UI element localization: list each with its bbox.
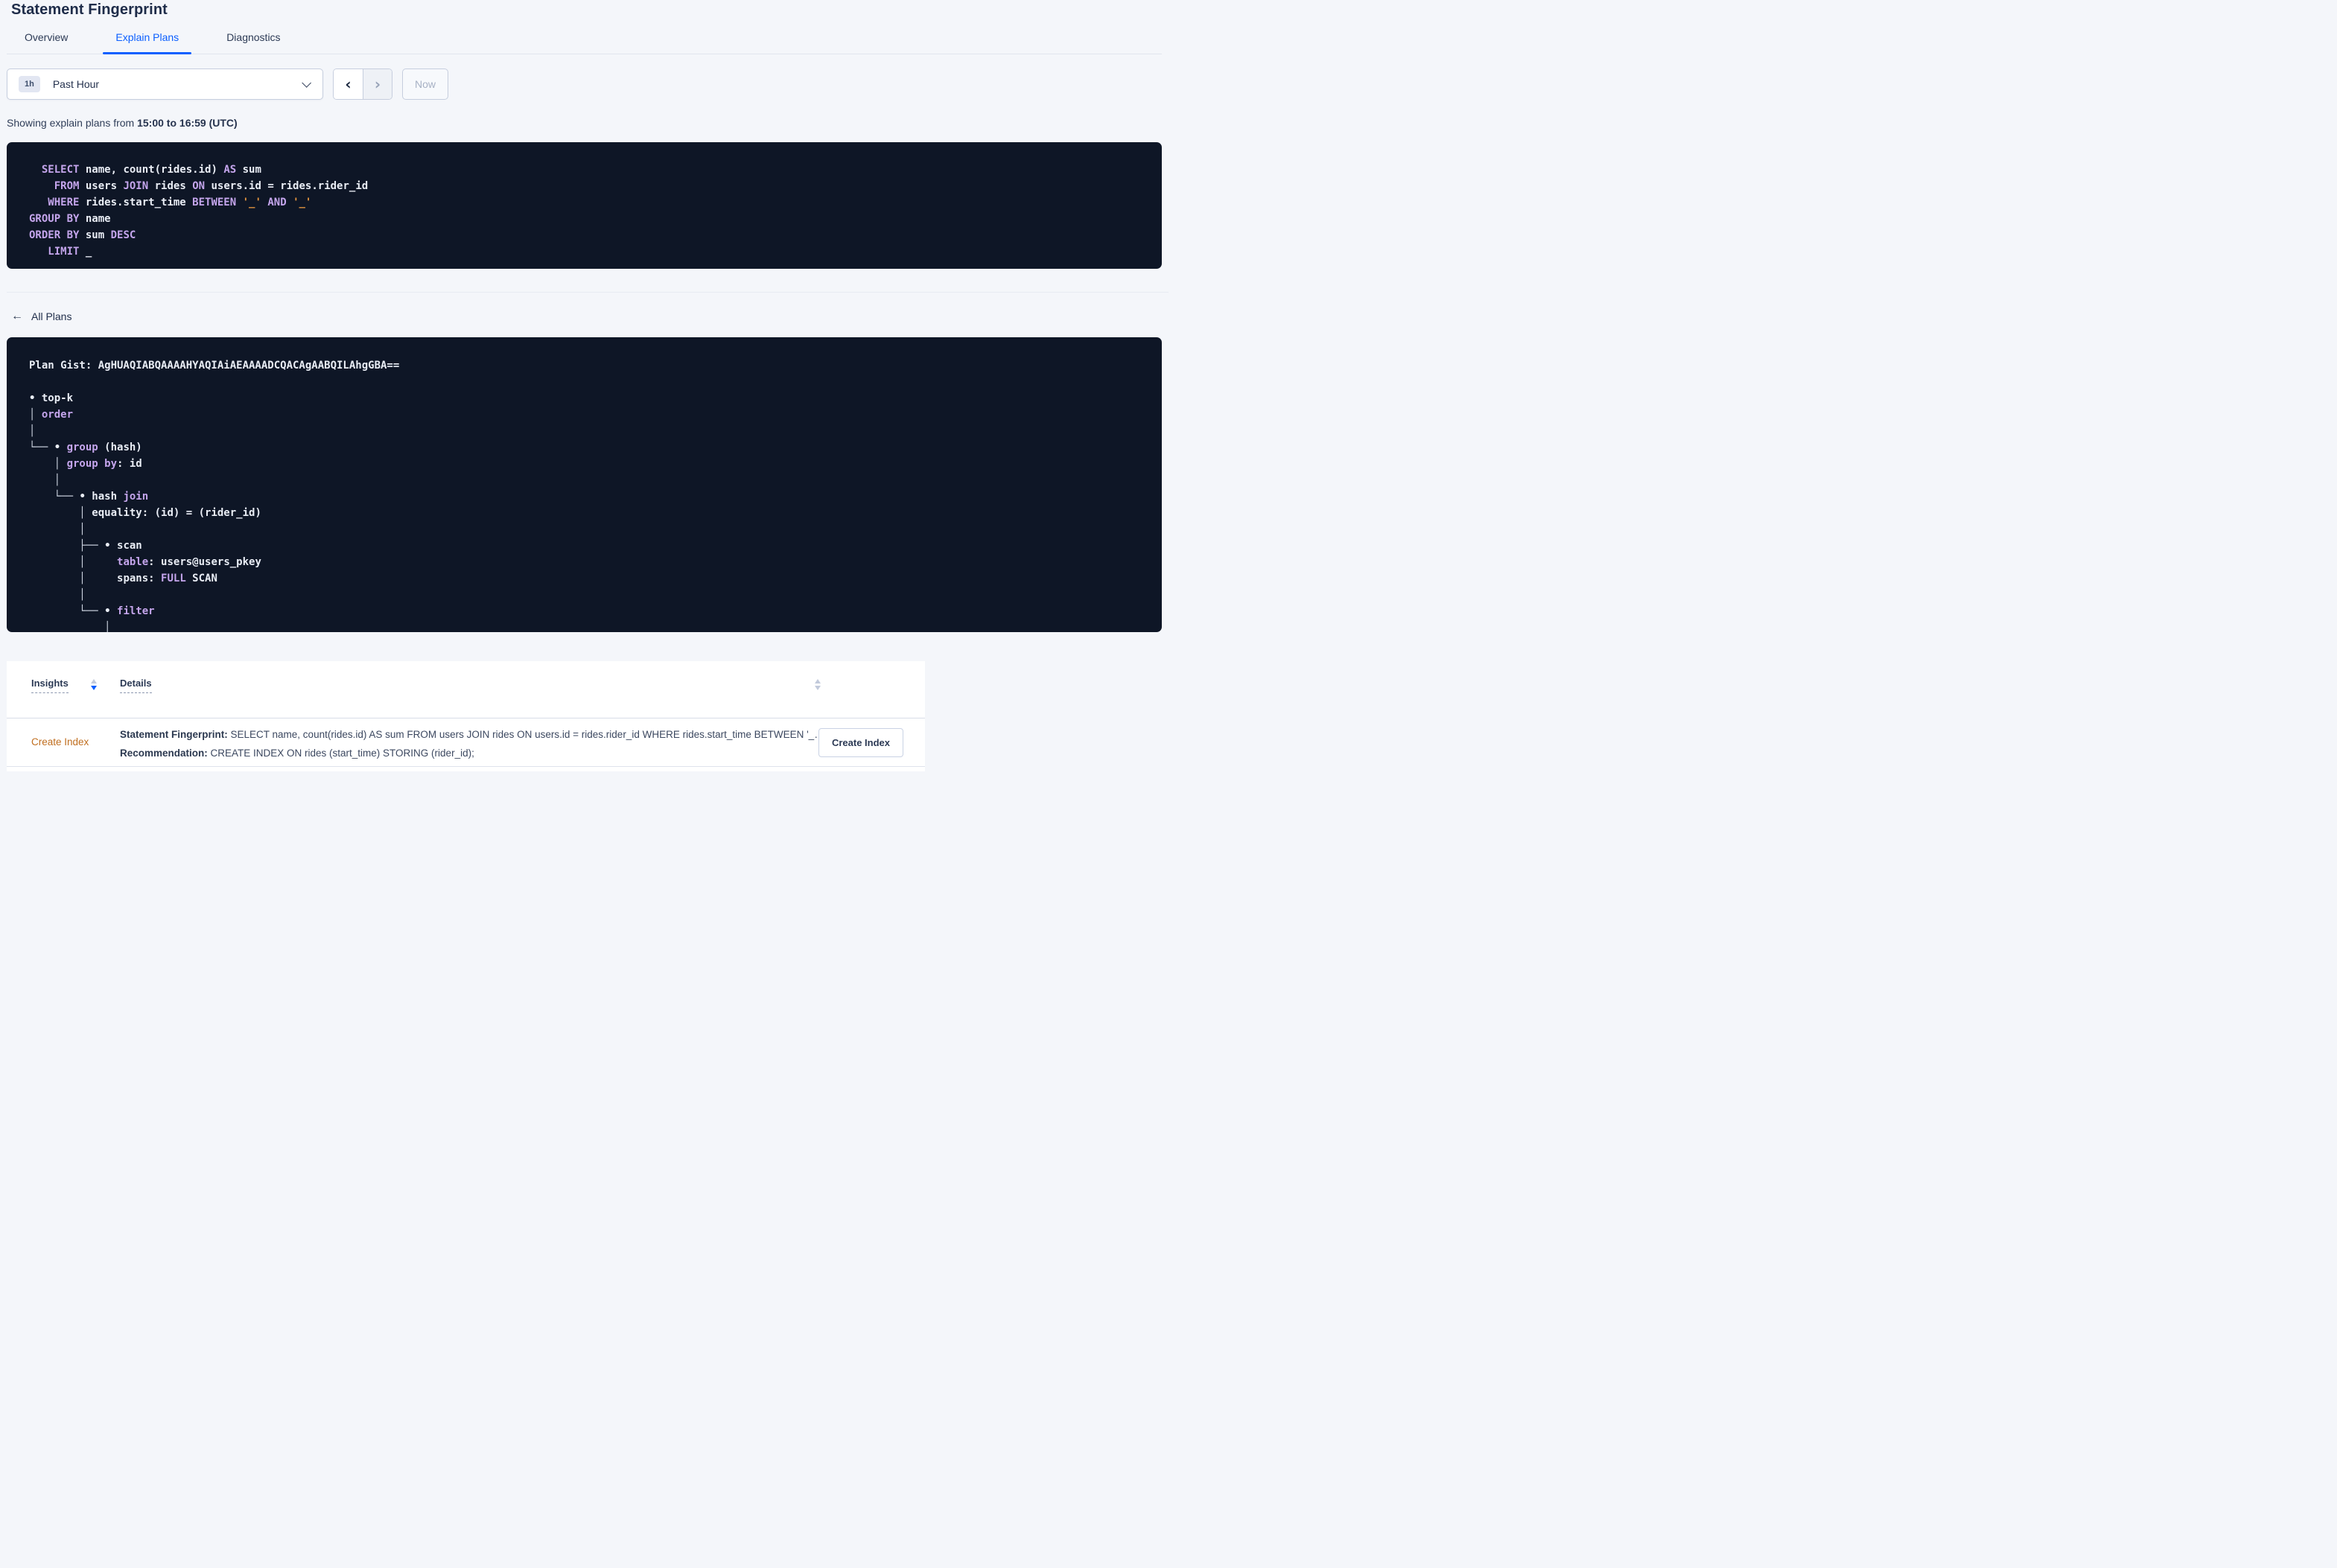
tab-bar: Overview Explain Plans Diagnostics [7, 31, 1162, 54]
code-line: │ [29, 425, 36, 437]
chevron-down-icon [302, 77, 311, 88]
sort-up-arrow-icon [91, 679, 97, 683]
code-line: Plan Gist: AgHUAQIABQAAAAHYAQIAiAEAAAADC… [29, 360, 400, 372]
code-line: └── • filter [29, 605, 155, 617]
code-line: │ [29, 589, 86, 601]
column-header-details[interactable]: Details [120, 678, 152, 693]
tab-overview[interactable]: Overview [12, 31, 80, 54]
code-line: • top-k [29, 392, 74, 404]
create-index-button[interactable]: Create Index [818, 728, 903, 757]
code-line: │ group by: id [29, 458, 142, 470]
tab-explain-plans[interactable]: Explain Plans [103, 31, 192, 54]
code-line: │ order [29, 409, 74, 421]
time-range-badge: 1h [19, 76, 40, 92]
showing-prefix: Showing explain plans from [7, 117, 138, 129]
prev-time-button[interactable]: ‹ [334, 69, 363, 99]
tab-diagnostics-label: Diagnostics [226, 31, 281, 43]
next-time-button[interactable]: › [363, 69, 392, 99]
code-line: │ spans: FULL SCAN [29, 573, 217, 584]
statement-fingerprint-page: Statement Fingerprint Overview Explain P… [0, 0, 1168, 784]
code-line: └── • hash join [29, 491, 149, 503]
time-toolbar: 1h Past Hour ‹ › Now [7, 68, 1168, 100]
showing-range-value: 15:00 to 16:59 (UTC) [137, 117, 238, 129]
sort-desc-icon[interactable] [91, 679, 97, 690]
insights-table-header: Insights Details [7, 661, 925, 718]
now-button[interactable]: Now [402, 68, 448, 100]
time-range-label: Past Hour [52, 78, 100, 90]
code-line: │ [29, 523, 86, 535]
code-line: LIMIT _ [29, 246, 92, 258]
code-line: │ [29, 622, 111, 632]
arrow-left-icon: ← [11, 310, 23, 322]
statement-sql-block: SELECT name, count(rides.id) AS sum FROM… [7, 142, 1162, 269]
code-line: SELECT name, count(rides.id) AS sum [29, 164, 261, 176]
column-header-insights[interactable]: Insights [31, 678, 69, 693]
chevron-right-icon: › [374, 75, 381, 93]
tab-diagnostics[interactable]: Diagnostics [214, 31, 293, 54]
sort-down-arrow-icon [815, 686, 821, 690]
chevron-left-icon: ‹ [345, 75, 352, 93]
code-line: FROM users JOIN rides ON users.id = ride… [29, 180, 369, 192]
code-line: │ equality: (id) = (rider_id) [29, 507, 261, 519]
code-line: └── • group (hash) [29, 442, 142, 453]
code-line: ORDER BY sum DESC [29, 229, 136, 241]
all-plans-label: All Plans [31, 310, 72, 322]
page-title: Statement Fingerprint [11, 1, 168, 18]
sort-up-arrow-icon [815, 679, 821, 683]
time-pager: ‹ › [333, 68, 392, 100]
code-line: ├── • scan [29, 540, 142, 552]
recommendation-line: Recommendation: CREATE INDEX ON rides (s… [120, 748, 474, 759]
table-row: Create Index Statement Fingerprint: SELE… [7, 718, 925, 767]
code-line: │ [29, 474, 61, 486]
tab-overview-label: Overview [25, 31, 69, 43]
plan-gist-block: Plan Gist: AgHUAQIABQAAAAHYAQIAiAEAAAADC… [7, 337, 1162, 632]
time-range-dropdown[interactable]: 1h Past Hour [7, 68, 323, 100]
code-line: GROUP BY name [29, 213, 111, 225]
code-line: │ table: users@users_pkey [29, 556, 261, 568]
all-plans-back-link[interactable]: ← All Plans [11, 310, 72, 323]
section-divider [7, 292, 1168, 293]
sort-icon[interactable] [815, 679, 821, 690]
statement-fingerprint-line: Statement Fingerprint: SELECT name, coun… [120, 729, 820, 740]
showing-range-text: Showing explain plans from 15:00 to 16:5… [7, 117, 1168, 129]
insights-panel: Insights Details Create Index Statement … [7, 661, 925, 771]
insight-type-label: Create Index [31, 736, 89, 748]
tab-explain-plans-label: Explain Plans [115, 31, 179, 43]
active-tab-indicator [103, 52, 192, 54]
sort-down-arrow-icon [91, 686, 97, 690]
insight-details-cell: Statement Fingerprint: SELECT name, coun… [120, 725, 820, 762]
code-line: WHERE rides.start_time BETWEEN '_' AND '… [29, 197, 312, 208]
